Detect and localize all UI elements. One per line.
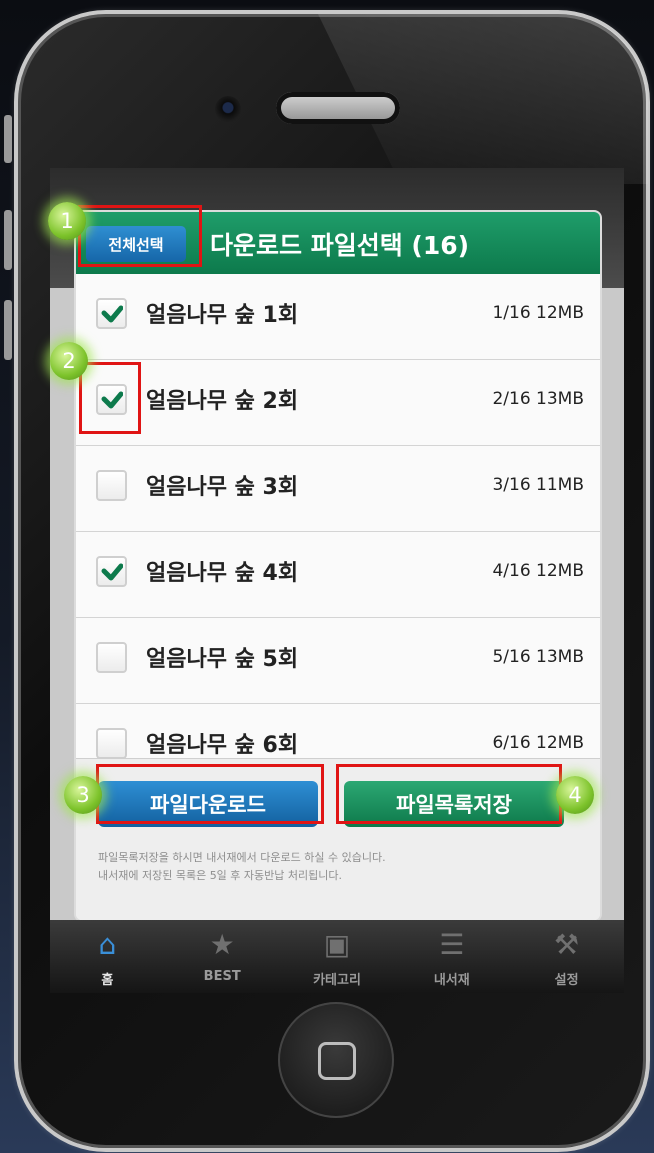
notice-line: 파일목록저장을 하시면 내서재에서 다운로드 하실 수 있습니다. (98, 851, 386, 864)
dialog-title: 다운로드 파일선택 (16) (210, 231, 470, 260)
file-row[interactable]: 얼음나무 숲 4회 4/16 12MB (76, 532, 600, 618)
file-meta: 3/16 11MB (492, 475, 584, 495)
bookshelf-icon: ☰ (439, 928, 465, 961)
file-meta: 2/16 13MB (492, 389, 584, 409)
front-camera (215, 96, 241, 122)
notice-text: 파일목록저장을 하시면 내서재에서 다운로드 하실 수 있습니다. 내서재에 저… (98, 849, 578, 885)
tab-bar: ⌂ 홈 ★ BEST ▣ 카테고리 ☰ 내서재 ⚒ 설정 (50, 920, 624, 993)
step-badge-4: 4 (556, 776, 594, 814)
file-name: 얼음나무 숲 4회 (146, 561, 299, 586)
tab-settings[interactable]: ⚒ 설정 (509, 920, 624, 993)
step-badge-2: 2 (50, 342, 88, 380)
step-badge-3: 3 (64, 776, 102, 814)
step-badge-1: 1 (48, 202, 86, 240)
file-checkbox[interactable] (96, 556, 127, 587)
tab-category[interactable]: ▣ 카테고리 (280, 920, 395, 993)
file-name: 얼음나무 숲 2회 (146, 389, 299, 414)
file-name: 얼음나무 숲 1회 (146, 303, 299, 328)
home-button-square-icon (318, 1042, 356, 1080)
file-name: 얼음나무 숲 5회 (146, 647, 299, 672)
file-row[interactable]: 얼음나무 숲 1회 1/16 12MB (76, 274, 600, 360)
callout-checkbox (79, 362, 141, 434)
tab-library[interactable]: ☰ 내서재 (394, 920, 509, 993)
tab-label: 내서재 (433, 973, 470, 988)
phone-screen: 전체선택 다운로드 파일선택 (16) 얼음나무 숲 1회 1/16 12MB … (50, 168, 624, 993)
home-icon: ⌂ (98, 928, 117, 961)
volume-up-button (4, 210, 12, 270)
callout-save-list (336, 764, 562, 824)
folder-icon: ▣ (323, 928, 351, 961)
file-name: 얼음나무 숲 3회 (146, 475, 299, 500)
file-checkbox[interactable] (96, 298, 127, 329)
file-row[interactable]: 얼음나무 숲 2회 2/16 13MB (76, 360, 600, 446)
wrench-icon: ⚒ (554, 928, 580, 961)
file-meta: 5/16 13MB (492, 647, 584, 667)
callout-download (96, 764, 324, 824)
checkmark-icon (101, 563, 123, 580)
file-checkbox[interactable] (96, 470, 127, 501)
callout-select-all (78, 205, 202, 267)
home-button[interactable] (278, 1002, 394, 1118)
file-row[interactable]: 얼음나무 숲 5회 5/16 13MB (76, 618, 600, 704)
file-meta: 4/16 12MB (492, 561, 584, 581)
mute-switch (4, 115, 12, 163)
star-icon: ★ (209, 928, 235, 961)
file-checkbox[interactable] (96, 728, 127, 759)
tab-best[interactable]: ★ BEST (165, 920, 280, 993)
volume-down-button (4, 300, 12, 360)
file-meta: 1/16 12MB (492, 303, 584, 323)
file-list: 얼음나무 숲 1회 1/16 12MB 얼음나무 숲 2회 2/16 13MB … (76, 274, 600, 790)
earpiece-speaker (276, 92, 400, 124)
notice-line: 내서재에 저장된 목록은 5일 후 자동반납 처리됩니다. (98, 869, 342, 882)
tab-label: 설정 (554, 973, 579, 988)
tab-home[interactable]: ⌂ 홈 (50, 920, 165, 993)
checkmark-icon (101, 305, 123, 322)
tab-label: 카테고리 (313, 973, 361, 988)
file-checkbox[interactable] (96, 642, 127, 673)
tab-label: 홈 (101, 973, 114, 988)
file-name: 얼음나무 숲 6회 (146, 733, 299, 758)
file-row[interactable]: 얼음나무 숲 3회 3/16 11MB (76, 446, 600, 532)
tab-label: BEST (203, 969, 241, 984)
file-meta: 6/16 12MB (492, 733, 584, 753)
